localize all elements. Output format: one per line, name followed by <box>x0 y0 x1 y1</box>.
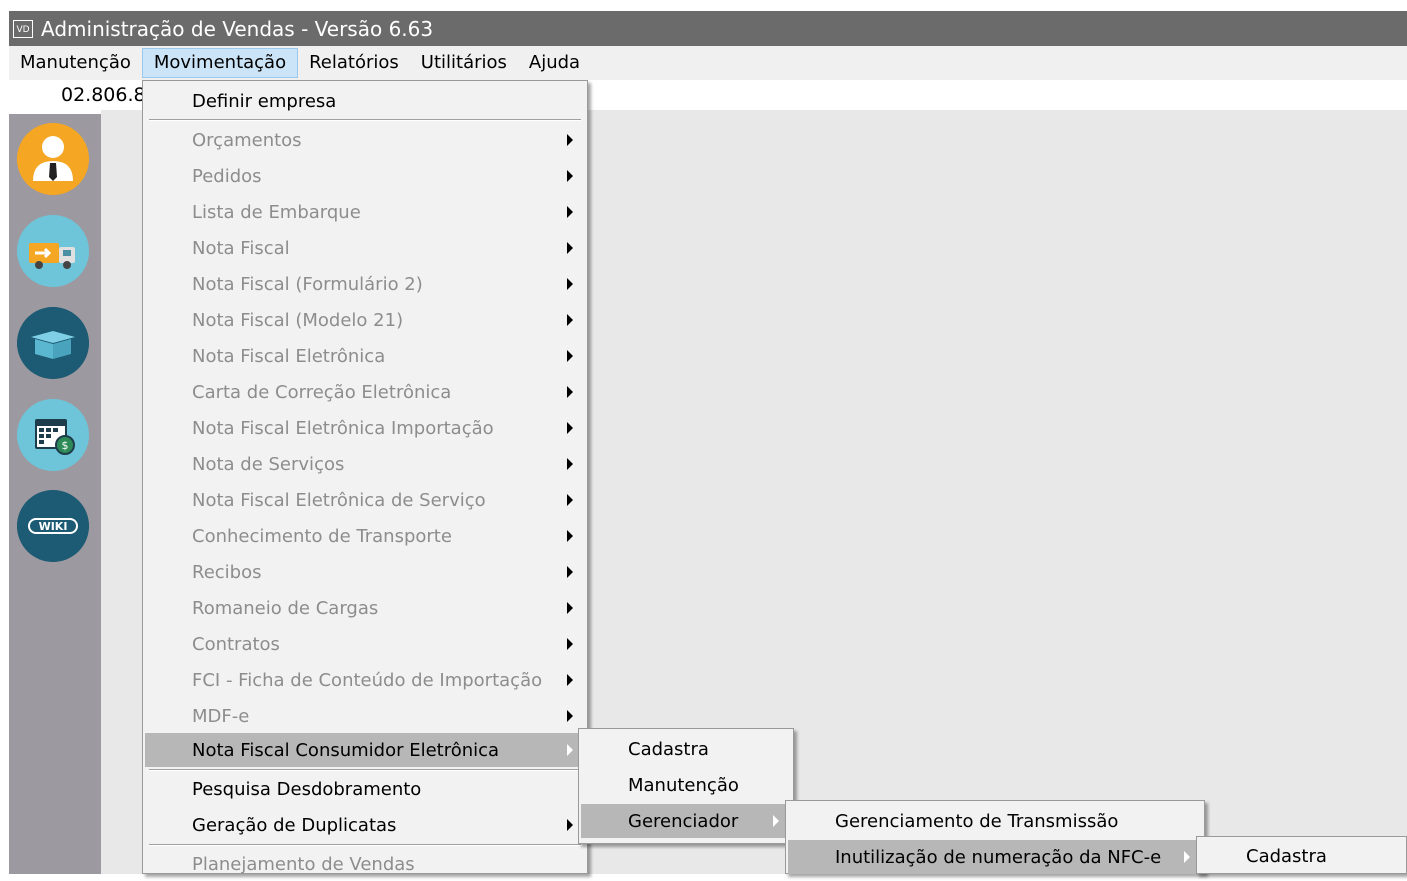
menu-item-nfe-de-servico[interactable]: Nota Fiscal Eletrônica de Serviço <box>145 483 585 517</box>
menu-item-contratos[interactable]: Contratos <box>145 627 585 661</box>
menu-utilitarios[interactable]: Utilitários <box>410 48 518 78</box>
inutilizacao-submenu: Cadastra <box>1196 836 1407 874</box>
menu-item-pedidos[interactable]: Pedidos <box>145 159 585 193</box>
gerenciador-submenu: Gerenciamento de Transmissão Inutilizaçã… <box>785 800 1205 874</box>
sidebar-btn-calendar[interactable]: $ <box>17 399 89 471</box>
submenu-arrow-icon <box>567 458 573 470</box>
submenu-arrow-icon <box>567 134 573 146</box>
menu-item-carta-de-correcao[interactable]: Carta de Correção Eletrônica <box>145 375 585 409</box>
wiki-label: WIKI <box>39 520 68 533</box>
wiki-icon: WIKI <box>17 490 89 562</box>
title-bar: VD Administração de Vendas - Versão 6.63 <box>9 11 1407 46</box>
calendar-money-icon: $ <box>17 399 89 471</box>
submenu-arrow-icon <box>567 314 573 326</box>
submenu-arrow-icon <box>567 170 573 182</box>
menu-item-mdf-e[interactable]: MDF-e <box>145 699 585 733</box>
menu-item-nfce-cadastra[interactable]: Cadastra <box>581 732 791 766</box>
menu-item-fci[interactable]: FCI - Ficha de Conteúdo de Importação <box>145 663 585 697</box>
app-logo-icon: VD <box>13 19 33 38</box>
submenu-arrow-icon <box>567 710 573 722</box>
menu-item-nota-fiscal-modelo-21[interactable]: Nota Fiscal (Modelo 21) <box>145 303 585 337</box>
submenu-arrow-icon <box>567 674 573 686</box>
submenu-arrow-icon <box>567 422 573 434</box>
submenu-arrow-icon <box>567 278 573 290</box>
submenu-arrow-icon <box>1184 851 1190 863</box>
menu-item-nfce-gerenciador[interactable]: Gerenciador <box>581 804 791 838</box>
menu-separator <box>149 769 581 771</box>
submenu-arrow-icon <box>567 350 573 362</box>
submenu-arrow-icon <box>567 494 573 506</box>
menu-bar: Manutenção Movimentação Relatórios Utili… <box>9 46 1407 80</box>
menu-item-definir-empresa[interactable]: Definir empresa <box>145 84 585 118</box>
sidebar-btn-user[interactable] <box>17 123 89 195</box>
menu-relatorios[interactable]: Relatórios <box>298 48 410 78</box>
menu-item-orcamentos[interactable]: Orçamentos <box>145 123 585 157</box>
menu-item-gerenciamento-transmissao[interactable]: Gerenciamento de Transmissão <box>788 804 1202 838</box>
menu-separator <box>149 119 581 121</box>
menu-item-geracao-de-duplicatas[interactable]: Geração de Duplicatas <box>145 808 585 842</box>
menu-separator <box>149 844 581 846</box>
menu-item-planejamento-de-vendas[interactable]: Planejamento de Vendas <box>145 847 585 881</box>
submenu-arrow-icon <box>567 744 573 756</box>
menu-item-nota-fiscal-eletronica[interactable]: Nota Fiscal Eletrônica <box>145 339 585 373</box>
submenu-arrow-icon <box>567 386 573 398</box>
submenu-arrow-icon <box>567 530 573 542</box>
menu-item-romaneio-de-cargas[interactable]: Romaneio de Cargas <box>145 591 585 625</box>
menu-item-conhecimento-de-transporte[interactable]: Conhecimento de Transporte <box>145 519 585 553</box>
window-title: Administração de Vendas - Versão 6.63 <box>41 16 434 41</box>
menu-item-nfce[interactable]: Nota Fiscal Consumidor Eletrônica <box>145 733 585 767</box>
sidebar-btn-package[interactable] <box>17 307 89 379</box>
menu-manutencao[interactable]: Manutenção <box>9 48 142 78</box>
submenu-arrow-icon <box>567 819 573 831</box>
menu-item-nota-de-servicos[interactable]: Nota de Serviços <box>145 447 585 481</box>
sidebar-btn-wiki[interactable]: WIKI <box>17 490 89 562</box>
submenu-arrow-icon <box>567 602 573 614</box>
movimentacao-menu: Definir empresa Orçamentos Pedidos Lista… <box>142 80 588 875</box>
menu-item-recibos[interactable]: Recibos <box>145 555 585 589</box>
menu-item-inutilizacao-cadastra[interactable]: Cadastra <box>1199 839 1404 873</box>
menu-ajuda[interactable]: Ajuda <box>518 48 591 78</box>
menu-item-nfce-manutencao[interactable]: Manutenção <box>581 768 791 802</box>
submenu-arrow-icon <box>567 566 573 578</box>
sidebar-btn-delivery[interactable] <box>17 215 89 287</box>
svg-text:$: $ <box>62 439 69 452</box>
menu-item-lista-de-embarque[interactable]: Lista de Embarque <box>145 195 585 229</box>
submenu-arrow-icon <box>773 815 779 827</box>
menu-item-nota-fiscal[interactable]: Nota Fiscal <box>145 231 585 265</box>
user-icon <box>17 123 89 195</box>
package-box-icon <box>17 307 89 379</box>
company-cnpj: 02.806.8 <box>61 84 146 106</box>
sidebar: $ WIKI <box>9 114 101 874</box>
submenu-arrow-icon <box>567 638 573 650</box>
submenu-arrow-icon <box>567 206 573 218</box>
menu-item-pesquisa-desdobramento[interactable]: Pesquisa Desdobramento <box>145 772 585 806</box>
menu-item-nfe-importacao[interactable]: Nota Fiscal Eletrônica Importação <box>145 411 585 445</box>
nfce-submenu: Cadastra Manutenção Gerenciador <box>578 728 794 844</box>
submenu-arrow-icon <box>567 242 573 254</box>
menu-item-inutilizacao-numeracao[interactable]: Inutilização de numeração da NFC-e <box>788 840 1202 874</box>
menu-movimentacao[interactable]: Movimentação <box>141 48 299 78</box>
delivery-truck-icon <box>17 215 89 287</box>
menu-item-nota-fiscal-formulario-2[interactable]: Nota Fiscal (Formulário 2) <box>145 267 585 301</box>
